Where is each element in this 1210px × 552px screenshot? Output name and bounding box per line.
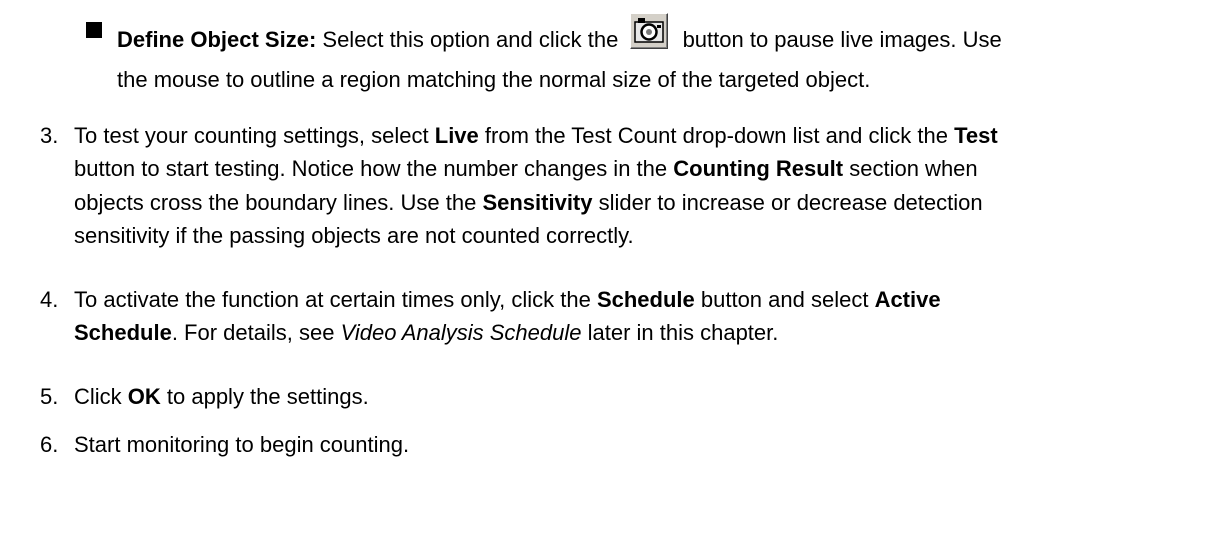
emphasis-sensitivity: Sensitivity	[482, 190, 593, 215]
text: to apply the settings.	[160, 384, 369, 409]
text: Start monitoring to begin counting.	[74, 432, 410, 457]
emphasis-counting-result: Counting Result	[673, 156, 844, 181]
emphasis-schedule: Schedule	[596, 287, 695, 312]
square-bullet-icon	[86, 22, 102, 38]
emphasis-active: Active	[874, 287, 941, 312]
text: section when	[843, 156, 978, 181]
step-3-number: 3.	[40, 123, 59, 148]
bullet-line-1: Define Object Size: Select this option a…	[117, 13, 1002, 54]
text: from the Test Count drop-down list and c…	[478, 123, 955, 148]
cross-reference-link[interactable]: Video Analysis Schedule	[341, 320, 582, 345]
bullet-text-before-button: Select this option and click the	[316, 27, 625, 52]
step-6-number: 6.	[40, 432, 59, 457]
text: later in this chapter.	[581, 320, 779, 345]
bullet-term: Define Object Size:	[117, 27, 317, 52]
step-6-line-1: Start monitoring to begin counting.	[74, 431, 409, 459]
camera-icon	[634, 18, 665, 43]
text: . For details, see	[171, 320, 341, 345]
bullet-text-after-button: button to pause live images. Use	[676, 27, 1002, 52]
step-5-line-1: Click OK to apply the settings.	[74, 383, 369, 411]
document-page: Define Object Size: Select this option a…	[0, 0, 1210, 552]
text: To test your counting settings, select	[74, 123, 435, 148]
text: Click	[74, 384, 128, 409]
bullet-line-2: the mouse to outline a region matching t…	[117, 67, 871, 92]
emphasis-live: Live	[434, 123, 479, 148]
step-3-line-4: sensitivity if the passing objects are n…	[74, 222, 634, 250]
text: objects cross the boundary lines. Use th…	[74, 190, 483, 215]
step-5-number: 5.	[40, 384, 59, 409]
text: sensitivity if the passing objects are n…	[74, 223, 634, 248]
step-4-line-2: Schedule. For details, see Video Analysi…	[74, 319, 778, 347]
snapshot-button[interactable]	[630, 13, 669, 49]
emphasis-test: Test	[954, 123, 998, 148]
step-4-number: 4.	[40, 287, 59, 312]
emphasis-schedule-2: Schedule	[74, 320, 172, 345]
text: button and select	[694, 287, 875, 312]
text: To activate the function at certain time…	[74, 287, 597, 312]
text: slider to increase or decrease detection	[592, 190, 983, 215]
step-3-line-2: button to start testing. Notice how the …	[74, 155, 978, 183]
emphasis-ok: OK	[127, 384, 161, 409]
text: button to start testing. Notice how the …	[74, 156, 674, 181]
step-3-line-3: objects cross the boundary lines. Use th…	[74, 189, 983, 217]
step-4-line-1: To activate the function at certain time…	[74, 286, 941, 314]
step-3-line-1: To test your counting settings, select L…	[74, 122, 998, 150]
